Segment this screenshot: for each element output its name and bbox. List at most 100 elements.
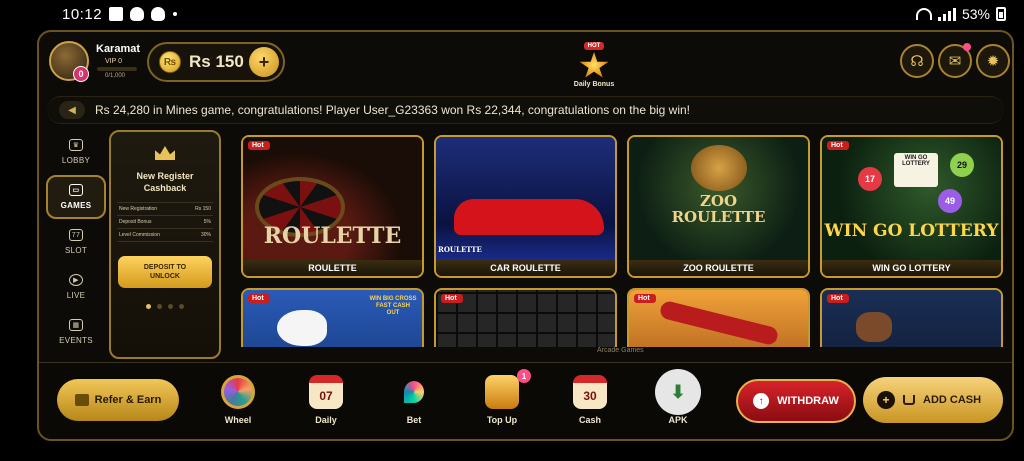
sidebar-item-events[interactable]: ▦ EVENTS [46,310,106,354]
speaker-icon: ◀ [59,101,85,119]
balance-amount: Rs 150 [189,52,244,71]
daily-bonus-label: Daily Bonus [573,81,615,88]
game-card-roulette[interactable]: ROULETTE Hot ROULETTE [241,135,424,278]
nav-label: Daily [315,415,337,425]
user-name: Karamat [96,43,141,55]
daily-bonus-icon [579,52,609,78]
notification-badge: 1 [517,369,531,383]
sidebar-item-lobby[interactable]: ♛ LOBBY [46,130,106,174]
game-art [436,290,615,347]
headset-icon: ☊ [910,53,924,70]
promo-row: New Registration Rs 150 [117,203,213,216]
sidebar-item-label: LOBBY [61,156,91,165]
gamepad-icon: ▭ [69,184,83,196]
download-icon: ⬇ [655,369,701,415]
crown-icon: ♛ [69,139,83,151]
section-caption: Arcade Games [597,347,644,354]
snapchat-icon [151,7,166,21]
chicken-icon [277,310,327,346]
vip-level: VIP 0 [105,58,122,65]
add-cash-button[interactable]: + ADD CASH [863,377,1003,423]
game-art: ROULETTE [436,137,615,261]
game-art: ROULETTE [243,137,422,261]
nav-top-up[interactable]: 1 Top Up [475,369,531,425]
cash-out-sign: WIN BIG CROSS FAST CASH OUT [369,296,417,316]
car-icon [454,199,604,235]
nav-label: Top Up [486,415,518,425]
mail-icon: ✉ [948,53,962,70]
sidebar-item-label: GAMES [60,201,92,210]
lottery-ticket-sign: WIN GO LOTTERY [894,153,938,187]
sidebar-item-label: EVENTS [59,336,93,345]
game-art: WIN BIG CROSS FAST CASH OUT [243,290,422,347]
game-art: ZOO ROULETTE [629,137,808,261]
hot-badge: Hot [248,294,270,303]
crown-icon [155,146,175,160]
nav-apk[interactable]: ⬇ APK [651,369,705,425]
game-card-car-roulette[interactable]: ROULETTE CAR ROULETTE [434,135,617,278]
daily-bonus-button[interactable]: HOT Daily Bonus [563,34,625,88]
game-name: CAR ROULETTE [436,260,615,276]
bottom-nav: Refer & Earn Wheel 07 Daily Bet 1 Top Up… [39,362,1012,439]
sidebar-item-label: SLOT [64,246,88,255]
hot-badge: HOT [583,42,605,50]
hot-badge: Hot [248,141,270,150]
nav-bet[interactable]: Bet [387,375,441,425]
hot-badge: Hot [441,294,463,303]
vip-progress-bar [97,67,137,71]
snapchat-icon [130,7,145,21]
game-card-space[interactable]: Hot [820,288,1003,347]
plus-icon: + [877,391,895,409]
game-card-aviator[interactable]: Hot [627,288,810,347]
game-art-title: WIN GO LOTTERY [824,221,999,241]
spaceship-icon [856,312,892,342]
top-header: 0 Karamat VIP 0 0/1,000 ₨ Rs 150 + HOT D… [39,32,1012,90]
app-frame: 0 Karamat VIP 0 0/1,000 ₨ Rs 150 + HOT D… [37,30,1014,441]
nav-label: Cash [578,415,601,425]
wheel-icon [221,375,255,409]
support-button[interactable]: ☊ [900,44,934,78]
promo-row-value: 5% [203,219,211,225]
nav-daily[interactable]: 07 Daily [299,375,353,425]
sidebar-item-slot[interactable]: 77 SLOT [46,220,106,264]
nav-label: Wheel [224,415,252,425]
sidebar-item-games[interactable]: ▭ GAMES [46,175,106,219]
coin-icon: ₨ [159,51,181,73]
hot-badge: Hot [634,294,656,303]
promo-row-label: Deposit Bonus [119,219,152,225]
deposit-to-unlock-button[interactable]: DEPOSIT TO UNLOCK [118,256,212,288]
hot-badge: Hot [827,141,849,150]
hot-badge: Hot [827,294,849,303]
promo-title: New Register Cashback [136,171,194,193]
game-art: 17 29 49 WIN GO LOTTERY WIN GO LOTTERY [822,137,1001,261]
treasure-chest-icon [485,375,519,409]
nav-wheel[interactable]: Wheel [211,375,265,425]
gallery-icon [109,7,124,21]
game-card-chicken[interactable]: WIN BIG CROSS FAST CASH OUT Hot [241,288,424,347]
cart-icon [903,395,915,405]
add-balance-button[interactable]: + [249,47,279,77]
calendar-icon: 30 [573,375,607,409]
refer-earn-button[interactable]: Refer & Earn [57,379,179,421]
withdraw-button[interactable]: ↑ WITHDRAW [736,379,856,423]
signal-icon [937,7,956,21]
game-art-title: ROULETTE [438,245,482,254]
cashback-promo-card[interactable]: New Register Cashback New Registration Rs… [109,130,221,359]
bet-icon [397,375,431,409]
settings-button[interactable]: ✹ [976,44,1010,78]
promo-row-label: Level Commission [119,232,160,238]
nav-label: Bet [406,415,422,425]
game-card-mines[interactable]: Hot [434,288,617,347]
game-art-title: ROULETTE [263,223,402,249]
arrow-up-icon: ↑ [753,393,770,409]
nav-cash[interactable]: 30 Cash [563,375,617,425]
balance-display[interactable]: ₨ Rs 150 + [147,42,285,82]
sidebar-item-live[interactable]: ▶ LIVE [46,265,106,309]
slot-icon: 77 [69,229,83,241]
calendar-icon: ▦ [69,319,83,331]
game-art-title: ZOO ROULETTE [671,192,766,226]
vip-progress-text: 0/1,000 [105,73,126,79]
game-card-win-go-lottery[interactable]: 17 29 49 WIN GO LOTTERY WIN GO LOTTERY H… [820,135,1003,278]
lottery-ball: 29 [950,153,974,177]
game-card-zoo-roulette[interactable]: ZOO ROULETTE ZOO ROULETTE [627,135,810,278]
